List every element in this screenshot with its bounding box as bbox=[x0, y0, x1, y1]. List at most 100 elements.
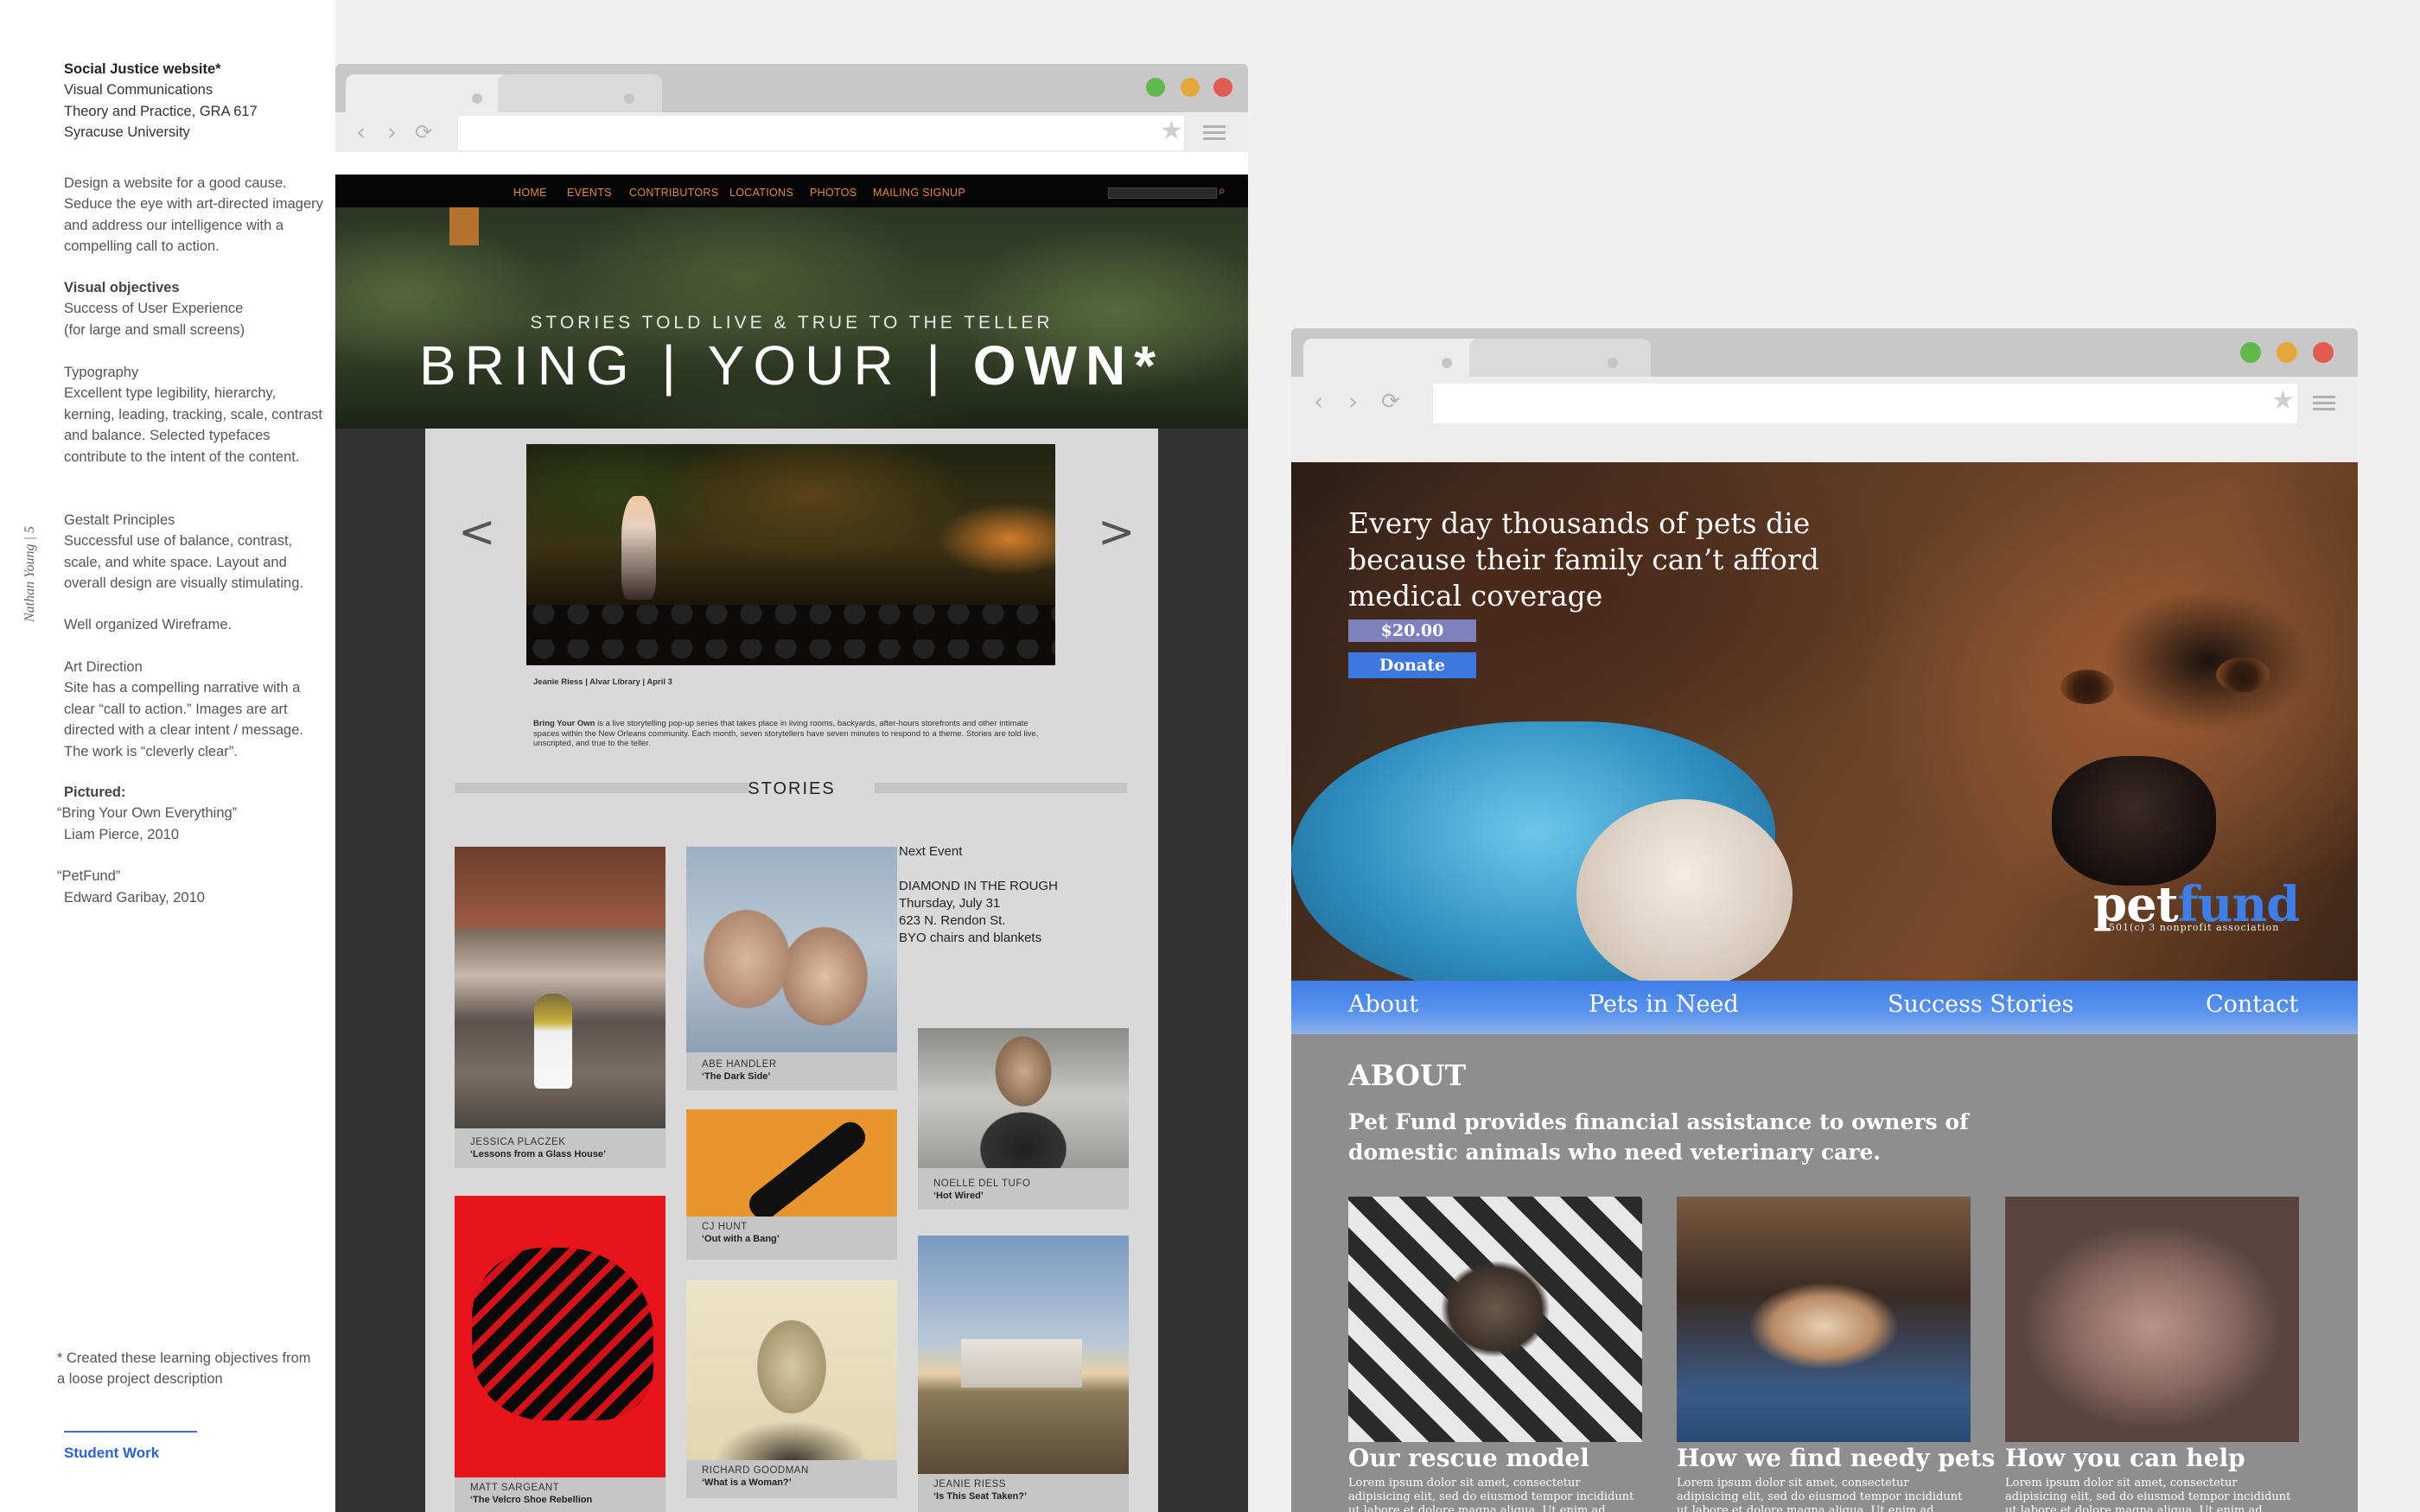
tab-close-icon[interactable] bbox=[1608, 358, 1618, 368]
browser-toolbar: ‹ › ⟳ ★ bbox=[1291, 377, 2358, 463]
story-photo bbox=[918, 1028, 1129, 1168]
donate-button[interactable]: Donate bbox=[1348, 652, 1476, 678]
maximize-button[interactable] bbox=[1146, 78, 1165, 97]
next-event-date: Thursday, July 31 bbox=[899, 896, 1001, 911]
feature-caption: Jeanie Riess | Alvar Library | April 3 bbox=[533, 677, 672, 687]
hero-headline: Every day thousands of pets die because … bbox=[1348, 506, 1819, 613]
browser-tab[interactable] bbox=[1469, 339, 1651, 377]
story-card[interactable]: CJ HUNT ‘Out with a Bang’ bbox=[686, 1109, 897, 1260]
next-event-label: Next Event bbox=[899, 844, 963, 859]
project-description: Design a website for a good cause. Seduc… bbox=[64, 175, 323, 255]
audience-silhouettes bbox=[526, 605, 1055, 665]
search-icon[interactable]: ⌕ bbox=[1219, 185, 1231, 197]
story-photo bbox=[918, 1236, 1129, 1474]
gestalt-objective: Gestalt Principles Successful use of bal… bbox=[64, 510, 323, 594]
logo-tagline: a 501(c) 3 nonprofit association bbox=[2098, 922, 2280, 933]
dog-eye bbox=[2216, 658, 2270, 692]
art-direction-text: Site has a compelling narrative with a c… bbox=[64, 680, 303, 759]
tab-close-icon[interactable] bbox=[1442, 358, 1452, 368]
byo-intro-bold: Bring Your Own bbox=[533, 719, 595, 728]
story-title: ‘Is This Seat Taken?’ bbox=[933, 1491, 1027, 1502]
story-photo bbox=[686, 1109, 897, 1217]
browser-menu-icon[interactable] bbox=[2313, 396, 2335, 411]
browser-tab-strip bbox=[1291, 328, 2358, 377]
story-name: RICHARD GOODMAN bbox=[702, 1465, 809, 1476]
nav-pets-in-need[interactable]: Pets in Need bbox=[1589, 991, 1739, 1018]
close-button[interactable] bbox=[2313, 342, 2334, 363]
story-title: ‘Lessons from a Glass House’ bbox=[470, 1149, 607, 1159]
art-direction-heading: Art Direction bbox=[64, 659, 143, 675]
back-icon[interactable]: ‹ bbox=[356, 119, 366, 145]
about-heading: ABOUT bbox=[1348, 1058, 1467, 1092]
maximize-button[interactable] bbox=[2240, 342, 2261, 363]
pictured-author: Edward Garibay, 2010 bbox=[64, 889, 205, 905]
minimize-button[interactable] bbox=[2277, 342, 2297, 363]
nav-success-stories[interactable]: Success Stories bbox=[1888, 991, 2073, 1018]
nav-contributors[interactable]: CONTRIBUTORS bbox=[629, 187, 718, 199]
story-title: ‘Hot Wired’ bbox=[933, 1191, 984, 1201]
story-photo bbox=[455, 1196, 666, 1477]
browser-tab[interactable] bbox=[346, 74, 510, 112]
address-bar[interactable] bbox=[1433, 384, 2297, 423]
rescue-model-photo[interactable] bbox=[1348, 1197, 1642, 1442]
nav-home[interactable]: HOME bbox=[513, 187, 547, 199]
story-card[interactable]: MATT SARGEANT ‘The Velcro Shoe Rebellion bbox=[455, 1196, 666, 1512]
forward-icon[interactable]: › bbox=[1348, 389, 1358, 415]
story-figure bbox=[534, 994, 572, 1089]
story-name: JEANIE RIESS bbox=[933, 1479, 1006, 1490]
how-to-help-photo[interactable] bbox=[2005, 1197, 2299, 1442]
slider-prev-arrow-icon[interactable]: < bbox=[458, 506, 496, 558]
tab-close-icon[interactable] bbox=[472, 93, 482, 104]
stories-heading: STORIES bbox=[748, 779, 836, 798]
nav-photos[interactable]: PHOTOS bbox=[810, 187, 857, 199]
donation-amount-field[interactable]: $20.00 bbox=[1348, 619, 1476, 642]
story-card[interactable]: JEANIE RIESS ‘Is This Seat Taken?’ bbox=[918, 1236, 1129, 1512]
search-input[interactable] bbox=[1108, 187, 1217, 199]
gestalt-text: Successful use of balance, contrast, sca… bbox=[64, 533, 303, 592]
art-direction-objective: Art Direction Site has a compelling narr… bbox=[64, 657, 323, 762]
dog-eye bbox=[2060, 670, 2114, 704]
byo-logo-tab[interactable] bbox=[449, 207, 479, 245]
story-name: CJ HUNT bbox=[702, 1222, 748, 1232]
reload-icon[interactable]: ⟳ bbox=[1381, 389, 1400, 415]
byo-page: HOME EVENTS CONTRIBUTORS LOCATIONS PHOTO… bbox=[335, 175, 1248, 1512]
reload-icon[interactable]: ⟳ bbox=[415, 119, 432, 145]
story-title: ‘The Velcro Shoe Rebellion bbox=[470, 1495, 593, 1505]
typography-heading: Typography bbox=[64, 365, 139, 380]
story-photo bbox=[686, 1280, 897, 1460]
tab-close-icon[interactable] bbox=[624, 93, 634, 104]
typography-objective: Typography Excellent type legibility, hi… bbox=[64, 362, 323, 467]
nav-contact[interactable]: Contact bbox=[2206, 991, 2298, 1018]
story-title: ‘The Dark Side’ bbox=[702, 1071, 771, 1082]
gestalt-heading: Gestalt Principles bbox=[64, 512, 175, 528]
byo-title-bold: OWN* bbox=[972, 334, 1165, 397]
card-title[interactable]: Our rescue model bbox=[1348, 1444, 1589, 1472]
card-title[interactable]: How you can help bbox=[2005, 1444, 2245, 1472]
story-card[interactable]: RICHARD GOODMAN ‘What is a Woman?’ bbox=[686, 1280, 897, 1498]
story-card[interactable]: ABE HANDLER ‘The Dark Side’ bbox=[686, 847, 897, 1090]
nav-about[interactable]: About bbox=[1348, 991, 1418, 1018]
needy-pets-photo[interactable] bbox=[1677, 1197, 1971, 1442]
story-card[interactable]: NOELLE DEL TUFO ‘Hot Wired’ bbox=[918, 1028, 1129, 1210]
bookmark-star-icon[interactable]: ★ bbox=[2271, 385, 2295, 416]
forward-icon[interactable]: › bbox=[387, 119, 397, 145]
pictured-credits: Pictured: “Bring Your Own Everything” Li… bbox=[57, 782, 323, 908]
slider-next-arrow-icon[interactable]: > bbox=[1098, 506, 1136, 558]
nav-mailing-signup[interactable]: MAILING SIGNUP bbox=[873, 187, 965, 199]
nav-locations[interactable]: LOCATIONS bbox=[729, 187, 793, 199]
minimize-button[interactable] bbox=[1181, 78, 1200, 97]
house-graphic bbox=[961, 1339, 1082, 1388]
bookmark-star-icon[interactable]: ★ bbox=[1160, 116, 1183, 146]
nav-events[interactable]: EVENTS bbox=[567, 187, 612, 199]
browser-menu-icon[interactable] bbox=[1203, 125, 1226, 141]
back-icon[interactable]: ‹ bbox=[1314, 389, 1323, 415]
story-photo bbox=[455, 847, 666, 1128]
petfund-nav-bar: About Pets in Need Success Stories Conta… bbox=[1291, 981, 2358, 1034]
story-card[interactable]: JESSICA PLACZEK ‘Lessons from a Glass Ho… bbox=[455, 847, 666, 1168]
browser-tab[interactable] bbox=[498, 74, 662, 112]
student-work-link[interactable]: Student Work bbox=[64, 1445, 159, 1462]
card-title[interactable]: How we find needy pets bbox=[1677, 1444, 1995, 1472]
address-bar[interactable] bbox=[458, 116, 1184, 150]
close-button[interactable] bbox=[1213, 78, 1232, 97]
browser-tab[interactable] bbox=[1303, 339, 1485, 377]
